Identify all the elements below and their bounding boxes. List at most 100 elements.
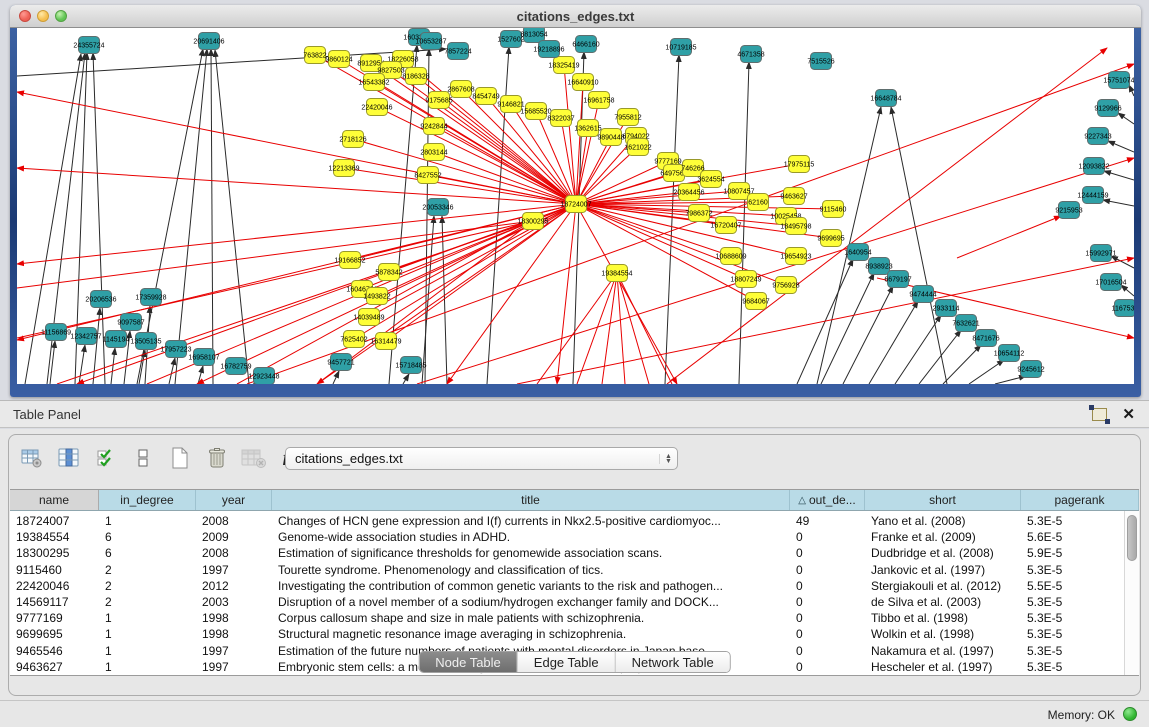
graph-node[interactable]: 12923448 [248, 368, 279, 385]
graph-node[interactable]: 20691406 [193, 33, 224, 50]
show-columns-icon[interactable] [56, 445, 82, 471]
graph-node[interactable]: 12213369 [328, 160, 359, 177]
graph-node[interactable]: 16640910 [567, 74, 598, 91]
graph-node[interactable]: 11156869 [41, 324, 71, 341]
table-cell[interactable]: Tourette syndrome. Phenomenology and cla… [272, 563, 790, 577]
table-cell[interactable]: 1 [99, 514, 196, 528]
graph-node[interactable]: 8427552 [414, 167, 441, 184]
table-cell[interactable]: Hescheler et al. (1997) [865, 660, 1021, 674]
column-check-icon[interactable] [93, 445, 119, 471]
table-cell[interactable]: 49 [790, 514, 865, 528]
graph-node[interactable]: 7515526 [807, 53, 834, 70]
table-cell[interactable]: 0 [790, 530, 865, 544]
tab-node-table[interactable]: Node Table [419, 652, 518, 672]
table-cell[interactable]: 1997 [196, 660, 272, 674]
new-file-icon[interactable] [167, 445, 193, 471]
graph-node[interactable]: 10654112 [994, 345, 1025, 362]
table-row[interactable]: 969969511998Structural magnetic resonanc… [10, 626, 1139, 642]
graph-node[interactable]: 2933114 [933, 300, 960, 317]
table-cell[interactable]: 1998 [196, 611, 272, 625]
graph-node[interactable]: 7955812 [614, 109, 641, 126]
column-header-out_de[interactable]: △out_de... [790, 490, 865, 510]
table-cell[interactable]: 1997 [196, 563, 272, 577]
table-cell[interactable]: 0 [790, 611, 865, 625]
graph-node[interactable]: 15751074 [1103, 72, 1134, 89]
table-cell[interactable]: 9115460 [10, 563, 99, 577]
table-cell[interactable]: 1997 [196, 644, 272, 658]
graph-node[interactable]: 17975115 [784, 156, 815, 173]
table-cell[interactable]: 0 [790, 595, 865, 609]
graph-node[interactable]: 3624554 [697, 171, 724, 188]
graph-node[interactable]: 9474444 [909, 286, 936, 303]
scrollbar-thumb[interactable] [1127, 515, 1137, 561]
table-cell[interactable]: Investigating the contribution of common… [272, 579, 790, 593]
graph-node[interactable]: 12093822 [1078, 158, 1109, 175]
table-cell[interactable]: Genome-wide association studies in ADHD. [272, 530, 790, 544]
graph-node[interactable]: 18807249 [730, 271, 761, 288]
network-window-titlebar[interactable]: citations_edges.txt [10, 5, 1141, 28]
table-cell[interactable]: Wolkin et al. (1998) [865, 627, 1021, 641]
graph-node[interactable]: 19218896 [533, 41, 564, 58]
table-cell[interactable]: 0 [790, 660, 865, 674]
graph-node[interactable]: 1145194 [103, 331, 130, 348]
graph-node[interactable]: 7857224 [444, 43, 471, 60]
graph-node[interactable]: 9242844 [420, 118, 447, 135]
citation-network-graph[interactable]: 1872400718300295193845549777169649756874… [17, 28, 1134, 384]
table-cell[interactable]: 1 [99, 660, 196, 674]
graph-node[interactable]: 16958107 [188, 349, 219, 366]
graph-node[interactable]: 1167533 [1112, 300, 1134, 317]
table-cell[interactable]: 14569117 [10, 595, 99, 609]
column-header-pagerank[interactable]: pagerank [1021, 490, 1139, 510]
table-row[interactable]: 2242004622012Investigating the contribut… [10, 578, 1139, 594]
table-row[interactable]: 1830029562008Estimation of significance … [10, 545, 1139, 561]
row-selection-icon[interactable] [130, 445, 156, 471]
graph-node[interactable]: 8322037 [547, 110, 574, 127]
table-cell[interactable]: 2003 [196, 595, 272, 609]
network-canvas[interactable]: 1872400718300295193845549777169649756874… [17, 28, 1134, 384]
table-cell[interactable]: 0 [790, 546, 865, 560]
table-cell[interactable]: 1998 [196, 627, 272, 641]
graph-node[interactable]: 9756928 [772, 277, 799, 294]
graph-node[interactable]: 4671358 [737, 46, 764, 63]
column-header-in_degree[interactable]: in_degree [99, 490, 196, 510]
table-cell[interactable]: Franke et al. (2009) [865, 530, 1021, 544]
graph-node[interactable]: 9097587 [117, 314, 144, 331]
graph-node[interactable]: 7986372 [685, 205, 712, 222]
table-cell[interactable]: 9465546 [10, 644, 99, 658]
tab-edge-table[interactable]: Edge Table [518, 652, 616, 672]
graph-node[interactable]: 9890448 [597, 129, 624, 146]
graph-node[interactable]: 15718485 [395, 357, 426, 374]
graph-node[interactable]: 1493822 [363, 288, 390, 305]
graph-node[interactable]: 19384554 [601, 265, 632, 282]
graph-node[interactable]: 16961758 [583, 92, 614, 109]
table-cell[interactable]: 5.3E-5 [1021, 660, 1139, 674]
tab-network-table[interactable]: Network Table [616, 652, 730, 672]
graph-node[interactable]: 13505135 [130, 333, 161, 350]
graph-node[interactable]: 22420046 [361, 99, 392, 116]
column-header-title[interactable]: title [272, 490, 790, 510]
vertical-scrollbar[interactable] [1124, 511, 1139, 675]
graph-node[interactable]: 9699695 [817, 230, 844, 247]
table-cell[interactable]: 18724007 [10, 514, 99, 528]
table-cell[interactable]: 6 [99, 546, 196, 560]
table-cell[interactable]: Estimation of significance thresholds fo… [272, 546, 790, 560]
table-cell[interactable]: 5.3E-5 [1021, 514, 1139, 528]
graph-node[interactable]: 7625402 [340, 331, 367, 348]
graph-node[interactable]: 17359928 [135, 289, 166, 306]
table-cell[interactable]: 5.9E-5 [1021, 546, 1139, 560]
table-mode-icon[interactable] [19, 445, 45, 471]
table-cell[interactable]: 2 [99, 595, 196, 609]
graph-node[interactable]: 16720407 [710, 217, 741, 234]
graph-node[interactable]: 9245612 [1017, 361, 1044, 378]
graph-node[interactable]: 6679197 [884, 271, 911, 288]
table-cell[interactable]: 9777169 [10, 611, 99, 625]
table-cell[interactable]: 9463627 [10, 660, 99, 674]
graph-node[interactable]: 9227343 [1084, 128, 1111, 145]
graph-node[interactable]: 2718126 [339, 131, 366, 148]
graph-node[interactable]: 19166852 [334, 252, 365, 269]
column-header-year[interactable]: year [196, 490, 272, 510]
table-cell[interactable]: 19384554 [10, 530, 99, 544]
table-cell[interactable]: Yano et al. (2008) [865, 514, 1021, 528]
table-cell[interactable]: 5.5E-5 [1021, 579, 1139, 593]
graph-node[interactable]: 6466160 [572, 36, 599, 53]
